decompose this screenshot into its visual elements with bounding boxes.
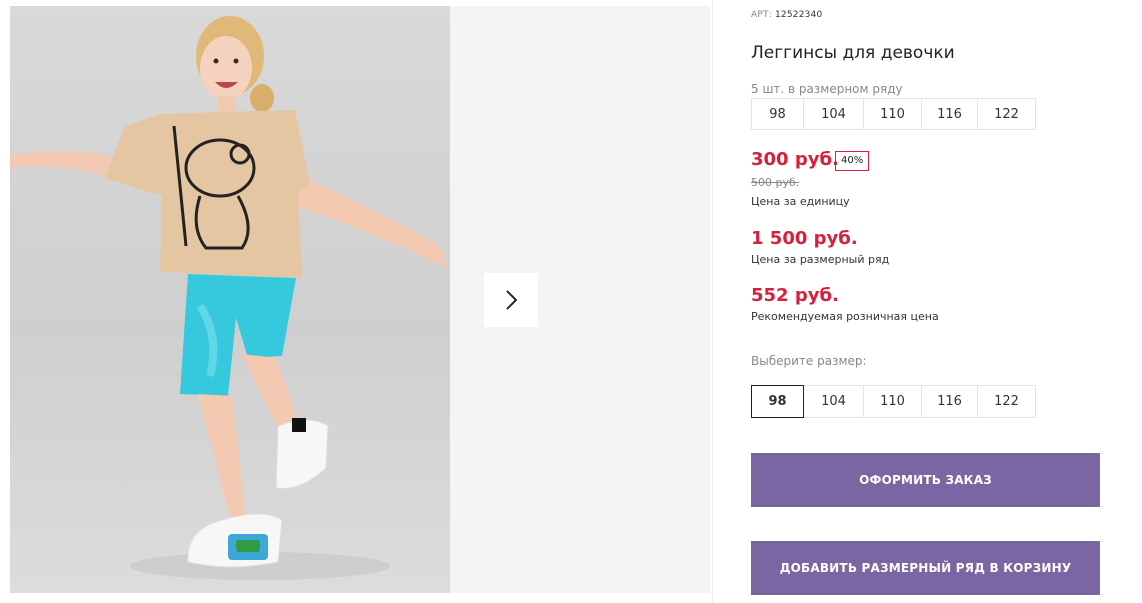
pack-size-116: 116 xyxy=(921,98,978,130)
product-photo-illustration xyxy=(10,16,448,580)
article-value: 12522340 xyxy=(774,10,823,20)
size-select-label: Выберите размер: xyxy=(751,354,867,368)
article-label: АРТ: xyxy=(751,10,772,20)
pack-size-98: 98 xyxy=(751,98,804,130)
gallery-next-button[interactable] xyxy=(484,273,538,327)
article-number: АРТ: 12522340 xyxy=(751,10,822,20)
size-option-104[interactable]: 104 xyxy=(803,385,864,418)
size-option-116[interactable]: 116 xyxy=(921,385,978,418)
pack-size-122: 122 xyxy=(977,98,1036,130)
size-option-98[interactable]: 98 xyxy=(751,385,804,418)
product-gallery xyxy=(0,0,713,603)
unit-price-caption: Цена за единицу xyxy=(751,195,850,208)
add-pack-to-cart-button[interactable]: ДОБАВИТЬ РАЗМЕРНЫЙ РЯД В КОРЗИНУ xyxy=(751,541,1100,595)
chevron-right-icon xyxy=(506,290,518,310)
size-option-110[interactable]: 110 xyxy=(863,385,922,418)
product-photo[interactable] xyxy=(10,6,450,593)
pack-size-104: 104 xyxy=(803,98,864,130)
old-price: 500 руб. xyxy=(751,176,800,189)
pack-price-caption: Цена за размерный ряд xyxy=(751,253,890,266)
discount-badge: 40% xyxy=(835,151,870,171)
product-page: АРТ: 12522340 Леггинсы для девочки 5 шт.… xyxy=(0,0,1142,603)
pack-size-list: 98 104 110 116 122 xyxy=(751,98,1036,130)
size-option-122[interactable]: 122 xyxy=(977,385,1036,418)
product-info: АРТ: 12522340 Леггинсы для девочки 5 шт.… xyxy=(751,0,1101,603)
retail-price-caption: Рекомендуемая розничная цена xyxy=(751,310,939,323)
size-selector: 98 104 110 116 122 xyxy=(751,385,1036,418)
order-button[interactable]: ОФОРМИТЬ ЗАКАЗ xyxy=(751,453,1100,507)
pack-size-110: 110 xyxy=(863,98,922,130)
pack-price: 1 500 руб. xyxy=(751,228,858,249)
product-title: Леггинсы для девочки xyxy=(751,43,955,63)
unit-price: 300 руб. xyxy=(751,149,839,170)
retail-price: 552 руб. xyxy=(751,285,839,306)
pack-note: 5 шт. в размерном ряду xyxy=(751,82,903,96)
